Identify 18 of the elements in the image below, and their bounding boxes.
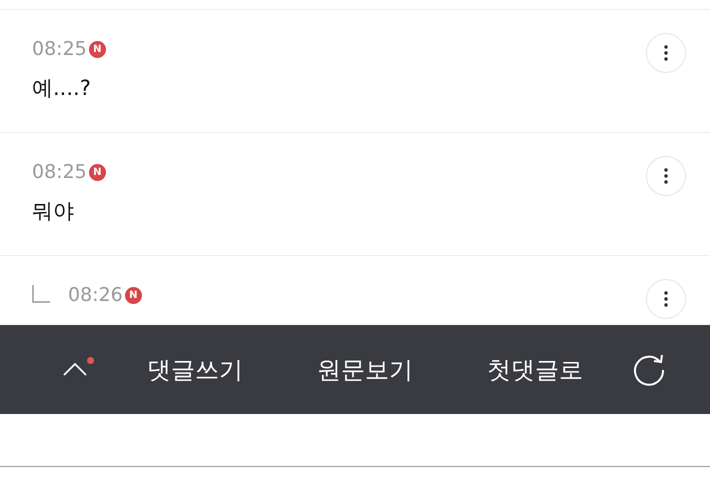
more-icon	[664, 168, 668, 184]
comment-time: 08:25	[32, 38, 87, 60]
chevron-up-icon	[63, 363, 87, 376]
comment-text: 뭐야	[32, 198, 75, 225]
new-badge: N	[88, 164, 106, 180]
toolbar-button[interactable]: 댓글쓰기	[110, 354, 280, 386]
more-icon	[664, 45, 668, 61]
more-button[interactable]	[646, 156, 686, 196]
new-badge: N	[88, 40, 106, 58]
new-badge: N	[124, 286, 142, 304]
more-button[interactable]	[646, 279, 686, 319]
more-button[interactable]	[646, 33, 686, 73]
comment-time: 08:25	[32, 161, 87, 183]
comment-time: 08:26	[68, 284, 123, 306]
toolbar-button[interactable]: 첫댓글로	[450, 354, 620, 386]
comment-text: 예....?	[32, 75, 92, 102]
toolbar-button[interactable]: 원문보기	[280, 354, 450, 386]
more-icon	[664, 291, 668, 307]
